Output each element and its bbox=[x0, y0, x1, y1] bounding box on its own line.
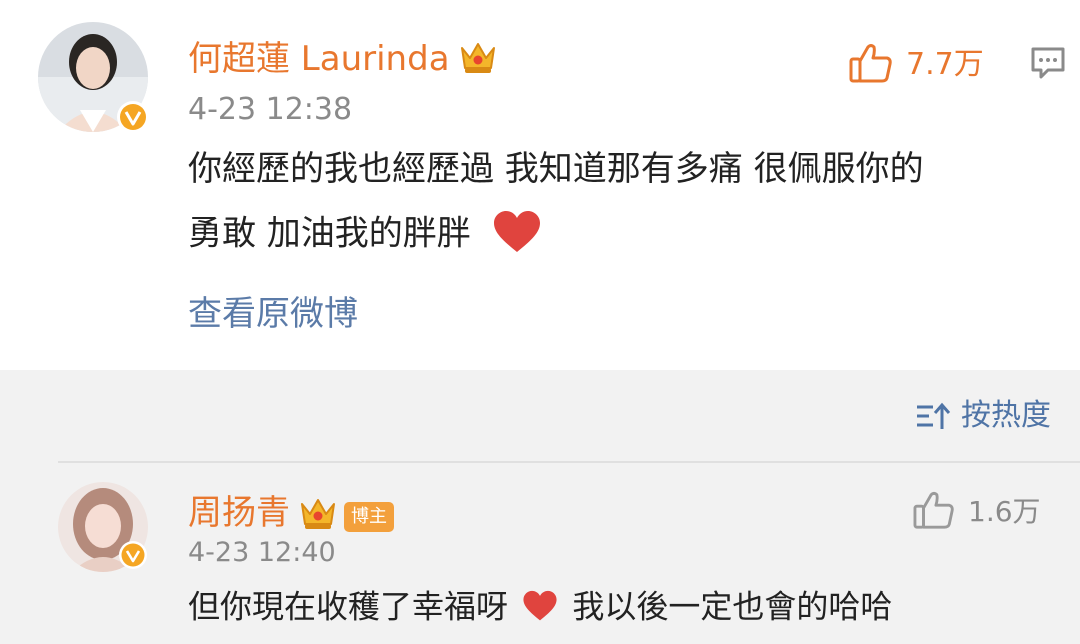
reply-text-part-1: 但你現在收穫了幸福呀 bbox=[188, 587, 509, 626]
reply-crown-icon bbox=[298, 494, 338, 536]
comment-text-line-2-text: 勇敢 加油我的胖胖 bbox=[188, 213, 471, 254]
sort-label: 按热度 bbox=[961, 398, 1051, 433]
verified-v-icon bbox=[116, 100, 150, 134]
thumbs-up-icon[interactable] bbox=[848, 42, 894, 88]
reply-text-part-2: 我以後一定也會的哈哈 bbox=[572, 587, 893, 626]
heart-icon bbox=[492, 210, 542, 260]
sort-icon bbox=[917, 402, 951, 429]
reply-username[interactable]: 周扬青 bbox=[188, 496, 290, 530]
crown-icon bbox=[458, 38, 498, 80]
reply-text: 但你現在收穫了幸福呀 我以後一定也會的哈哈 bbox=[188, 590, 892, 627]
reply-like-count: 1.6万 bbox=[968, 495, 1041, 528]
reply-verified-v-icon bbox=[118, 540, 148, 570]
reply-heart-icon bbox=[522, 590, 558, 627]
host-badge: 博主 bbox=[344, 502, 394, 532]
comment-icon[interactable] bbox=[1030, 46, 1066, 84]
reply-time: 4-23 12:40 bbox=[188, 537, 336, 568]
comment-text-line-1: 你經歷的我也經歷過 我知道那有多痛 很佩服你的 bbox=[188, 149, 924, 189]
like-count: 7.7万 bbox=[906, 47, 984, 82]
sort-button[interactable]: 按热度 bbox=[915, 396, 1051, 436]
comment-username[interactable]: 何超蓮 Laurinda bbox=[188, 42, 450, 76]
comment-time: 4-23 12:38 bbox=[188, 92, 353, 127]
view-original-link[interactable]: 查看原微博 bbox=[188, 297, 358, 331]
divider bbox=[58, 461, 1080, 463]
reply-thumbs-up-icon[interactable] bbox=[912, 490, 956, 534]
comment-text-line-2: 勇敢 加油我的胖胖 bbox=[188, 210, 542, 260]
